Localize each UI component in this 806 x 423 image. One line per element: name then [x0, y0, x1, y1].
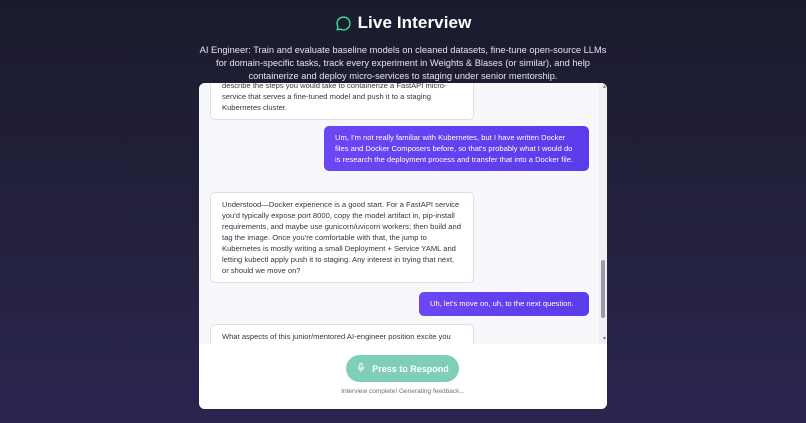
message-text: Uh, let's move on, uh, to the next quest…	[430, 299, 574, 308]
respond-label: Press to Respond	[372, 363, 449, 374]
chat-bubble-icon	[335, 15, 352, 32]
chat-scrollbar[interactable]: ▴ ▾	[599, 83, 607, 344]
message-text: describe the steps you would take to con…	[222, 83, 447, 112]
status-message: Interview complete! Generating feedback.…	[341, 388, 465, 395]
page-title: Live Interview	[357, 13, 472, 32]
press-to-respond-button[interactable]: Press to Respond	[346, 355, 459, 382]
ai-message: Understood—Docker experience is a good s…	[210, 192, 474, 283]
message-text: What aspects of this junior/mentored AI-…	[222, 332, 451, 341]
job-description: AI Engineer: Train and evaluate baseline…	[199, 45, 607, 81]
interview-panel: describe the steps you would take to con…	[199, 83, 607, 409]
user-message: Um, I'm not really familiar with Kuberne…	[324, 126, 589, 171]
scroll-down-icon[interactable]: ▾	[603, 335, 606, 343]
ai-message: What aspects of this junior/mentored AI-…	[210, 324, 474, 344]
scroll-up-icon[interactable]: ▴	[603, 83, 606, 91]
microphone-icon	[356, 362, 366, 375]
response-controls: Press to Respond Interview complete! Gen…	[199, 344, 607, 409]
chat-transcript[interactable]: describe the steps you would take to con…	[199, 83, 607, 344]
message-text: Understood—Docker experience is a good s…	[222, 200, 461, 275]
user-message: Uh, let's move on, uh, to the next quest…	[419, 292, 589, 316]
ai-message: describe the steps you would take to con…	[210, 83, 474, 120]
message-text: Um, I'm not really familiar with Kuberne…	[335, 133, 574, 164]
title-row: Live Interview	[0, 10, 806, 36]
scrollbar-thumb[interactable]	[601, 260, 605, 318]
page-header: Live Interview AI Engineer: Train and ev…	[0, 10, 806, 83]
